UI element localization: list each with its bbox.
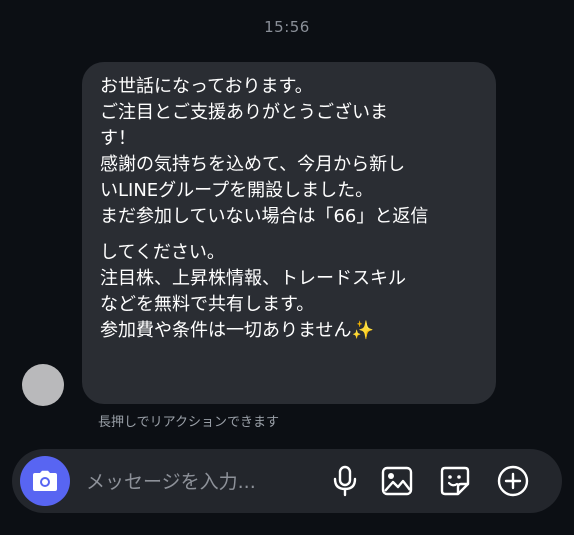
sparkles-emoji: ✨ bbox=[351, 320, 374, 341]
message-line: 参加費や条件は一切ありません✨ bbox=[100, 318, 482, 344]
camera-icon bbox=[33, 470, 57, 491]
message-line: す！ bbox=[100, 128, 136, 149]
message-line-text: 参加費や条件は一切ありません bbox=[100, 320, 352, 341]
add-button[interactable] bbox=[496, 464, 530, 498]
message-line: まだ参加していない場合は「66」と返信 bbox=[100, 206, 429, 227]
message-line: いLINEグループを開設しました。 bbox=[100, 180, 374, 201]
camera-button[interactable] bbox=[20, 456, 70, 506]
message-line: 注目株、上昇株情報、トレードスキル bbox=[100, 268, 406, 289]
timestamp: 15:56 bbox=[264, 18, 310, 36]
avatar[interactable] bbox=[22, 364, 64, 406]
sticker-button[interactable] bbox=[438, 464, 472, 498]
message-line: お世話になっております。 bbox=[100, 76, 313, 97]
microphone-icon bbox=[333, 465, 357, 497]
message-bubble[interactable]: お世話になっております。 ご注目とご支援ありがとうございま す！ 感謝の気持ちを… bbox=[82, 62, 496, 404]
image-icon bbox=[381, 466, 413, 496]
reaction-hint: 長押しでリアクションできます bbox=[98, 415, 279, 430]
sticker-icon bbox=[440, 466, 470, 496]
message-composer bbox=[12, 449, 562, 513]
message-line: などを無料で共有します。 bbox=[100, 294, 315, 315]
message-line: ご注目とご支援ありがとうございま bbox=[100, 102, 388, 123]
message-line: してください。 bbox=[100, 242, 225, 263]
microphone-button[interactable] bbox=[328, 464, 362, 498]
plus-icon bbox=[497, 465, 529, 497]
gallery-button[interactable] bbox=[380, 464, 414, 498]
message-line: 感謝の気持ちを込めて、今月から新し bbox=[100, 154, 406, 175]
message-input[interactable] bbox=[84, 465, 318, 499]
